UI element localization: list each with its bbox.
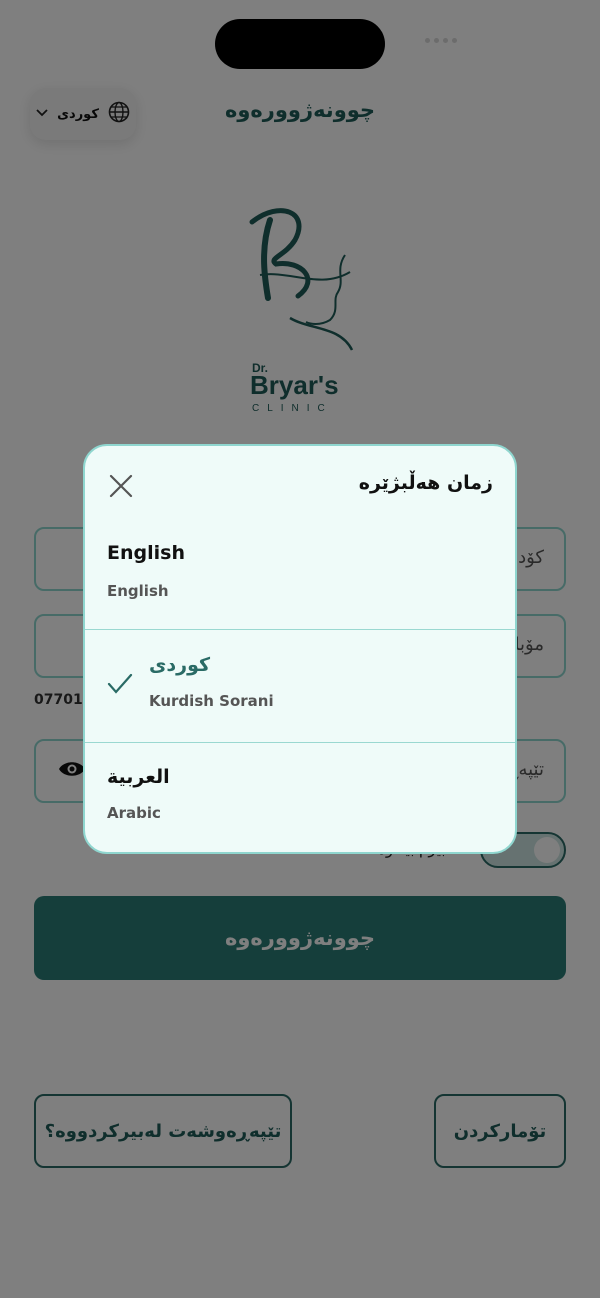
- option-name: English: [107, 542, 185, 564]
- divider: [85, 742, 515, 743]
- close-icon[interactable]: [107, 472, 135, 500]
- option-name: العربية: [107, 766, 170, 788]
- option-subtitle: English: [107, 582, 169, 600]
- language-option-kurdish[interactable]: کوردی Kurdish Sorani: [85, 630, 515, 742]
- option-name: کوردی: [149, 654, 211, 676]
- language-option-english[interactable]: English English: [85, 520, 515, 632]
- option-subtitle: Kurdish Sorani: [149, 692, 274, 710]
- option-subtitle: Arabic: [107, 804, 161, 822]
- language-modal: زمان هەڵبژێرە English English کوردی Kurd…: [83, 444, 517, 854]
- modal-title: زمان هەڵبژێرە: [358, 472, 493, 494]
- checkmark-icon: [107, 672, 133, 700]
- language-option-arabic[interactable]: العربية Arabic: [85, 744, 515, 852]
